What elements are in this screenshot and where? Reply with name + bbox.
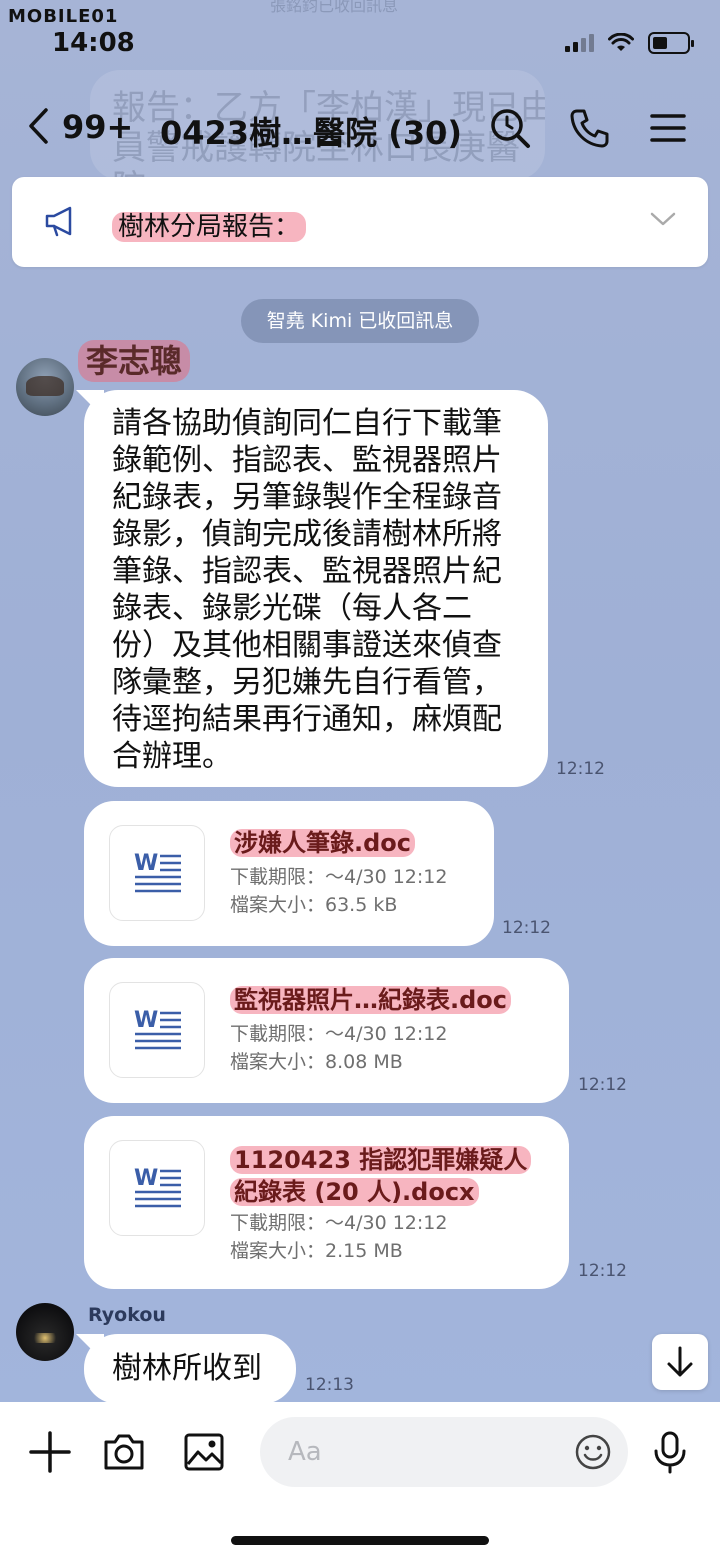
battery-icon	[648, 32, 694, 54]
file-size: 檔案大小：2.15 MB	[230, 1240, 403, 1262]
scroll-to-bottom-button[interactable]	[652, 1334, 708, 1390]
svg-text:W: W	[134, 851, 158, 876]
arrow-down-icon	[667, 1346, 693, 1377]
wifi-icon	[608, 33, 634, 51]
file-size: 檔案大小：8.08 MB	[230, 1051, 403, 1073]
message-time: 12:12	[502, 918, 551, 938]
message-bubble[interactable]: 請各協助偵詢同仁自行下載筆 錄範例、指認表、監視器照片 紀錄表，另筆錄製作全程錄…	[84, 390, 548, 787]
message-time: 12:12	[578, 1261, 627, 1281]
message-time: 12:12	[556, 759, 605, 779]
svg-text:W: W	[134, 1008, 158, 1033]
chevron-down-icon[interactable]	[650, 211, 676, 227]
unread-count[interactable]: 99+	[62, 108, 133, 146]
emoji-icon[interactable]	[574, 1433, 612, 1471]
message-bubble[interactable]: 樹林所收到	[84, 1334, 296, 1404]
announcement-banner[interactable]: 樹林分局報告：	[12, 177, 708, 267]
word-doc-icon: W	[109, 825, 205, 921]
ghost-system-text: 張銘鈞已收回訊息	[270, 0, 399, 15]
message-time: 12:12	[578, 1075, 627, 1095]
image-icon[interactable]	[182, 1430, 226, 1474]
file-expiry: 下載期限：～4/30 12:12	[230, 1023, 448, 1045]
file-expiry: 下載期限：～4/30 12:12	[230, 866, 448, 888]
file-size: 檔案大小：63.5 kB	[230, 894, 398, 916]
chat-header: 99+ 0423樹…醫院 (30)	[0, 100, 720, 160]
signal-icon	[565, 34, 594, 52]
chevron-left-icon	[29, 108, 48, 144]
file-name: 1120423 指認犯罪嫌疑人 紀錄表 (20 人).docx	[230, 1144, 532, 1208]
file-message[interactable]: W 涉嫌人筆錄.doc 下載期限：～4/30 12:12 檔案大小：63.5 k…	[84, 801, 494, 946]
microphone-icon[interactable]	[648, 1430, 692, 1474]
avatar[interactable]	[16, 358, 74, 416]
message-time: 12:13	[305, 1375, 354, 1395]
status-time: 14:08	[52, 28, 135, 58]
svg-text:W: W	[134, 1166, 158, 1191]
home-indicator	[231, 1536, 489, 1545]
file-message[interactable]: W 監視器照片…紀錄表.doc 下載期限：～4/30 12:12 檔案大小：8.…	[84, 958, 569, 1103]
file-name: 涉嫌人筆錄.doc	[230, 827, 416, 859]
back-button[interactable]	[26, 106, 50, 152]
file-expiry: 下載期限：～4/30 12:12	[230, 1212, 448, 1234]
menu-icon[interactable]	[646, 106, 690, 150]
file-message[interactable]: W 1120423 指認犯罪嫌疑人 紀錄表 (20 人).docx 下載期限：～…	[84, 1116, 569, 1289]
system-message: 智堯 Kimi 已收回訊息	[241, 299, 479, 343]
chat-title[interactable]: 0423樹…醫院 (30)	[160, 108, 462, 154]
file-name: 監視器照片…紀錄表.doc	[230, 984, 512, 1016]
sender-name: Ryokou	[88, 1304, 166, 1326]
input-bar	[0, 1402, 720, 1559]
plus-icon[interactable]	[28, 1430, 72, 1474]
watermark: MOBILE01	[8, 6, 119, 27]
status-icons	[565, 32, 694, 54]
search-icon[interactable]	[488, 106, 532, 150]
sender-name: 李志聰	[78, 336, 191, 382]
word-doc-icon: W	[109, 1140, 205, 1236]
camera-icon[interactable]	[102, 1430, 146, 1474]
megaphone-icon	[45, 206, 72, 237]
word-doc-icon: W	[109, 982, 205, 1078]
announcement-text: 樹林分局報告：	[112, 206, 307, 243]
avatar[interactable]	[16, 1303, 74, 1361]
message-input[interactable]	[260, 1417, 628, 1487]
phone-icon[interactable]	[568, 106, 612, 150]
